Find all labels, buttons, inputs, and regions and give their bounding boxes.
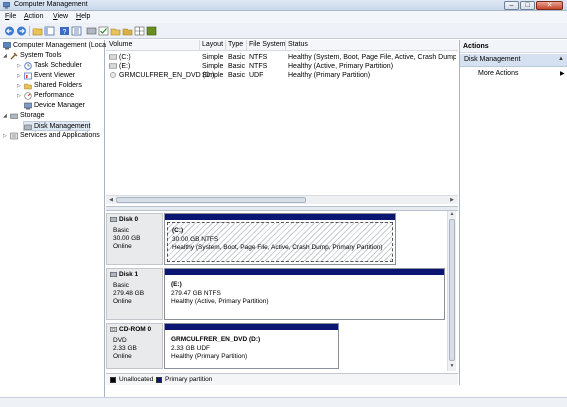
storage-icon	[10, 113, 18, 119]
vertical-scrollbar[interactable]: ▲ ▼	[447, 211, 456, 371]
horizontal-scrollbar[interactable]: ◀ ▶	[106, 195, 458, 204]
partition-body: GRMCULFRER_EN_DVD (D:) 2.33 GB UDF Healt…	[171, 336, 261, 360]
cdrom-0-label[interactable]: CD-ROM 0 DVD 2.33 GB Online	[106, 323, 163, 369]
show-tree-icon[interactable]	[44, 26, 55, 36]
computer-icon	[3, 42, 11, 50]
tools-icon	[10, 52, 18, 60]
partition-body: (E:) 279.47 GB NTFS Healthy (Active, Pri…	[171, 281, 269, 305]
disk-0-label[interactable]: Disk 0 Basic 30.00 GB Online	[106, 213, 163, 265]
scroll-up-icon[interactable]: ▲	[448, 211, 456, 218]
column-header-layout[interactable]: Layout	[202, 41, 223, 48]
scroll-left-icon[interactable]: ◀	[107, 197, 115, 203]
more-actions-link[interactable]: More Actions	[478, 70, 518, 77]
submenu-arrow-icon[interactable]: ▶	[560, 70, 565, 77]
partition-body-selected: (C:) 30.00 GB NTFS Healthy (System, Boot…	[167, 222, 393, 262]
scroll-right-icon[interactable]: ▶	[448, 197, 456, 203]
menu-help[interactable]: Help	[76, 13, 90, 20]
collapse-up-icon[interactable]: ▲	[558, 56, 564, 62]
open-folder-icon[interactable]	[110, 26, 121, 36]
volume-icon	[109, 54, 117, 60]
expand-arrow-icon[interactable]: ▷	[3, 133, 9, 139]
menu-view[interactable]: View	[53, 13, 68, 20]
clock-icon	[24, 62, 32, 70]
forward-arrow-icon[interactable]	[16, 26, 27, 36]
column-header-type[interactable]: Type	[228, 41, 243, 48]
check-icon[interactable]	[98, 26, 109, 36]
scroll-down-icon[interactable]: ▼	[448, 363, 456, 370]
expand-arrow-icon[interactable]: ▷	[17, 73, 23, 79]
collapse-arrow-icon[interactable]: ◢	[3, 113, 9, 119]
view-grid-icon[interactable]	[134, 26, 145, 36]
help-icon[interactable]: ?	[59, 26, 70, 36]
expand-arrow-icon[interactable]: ▷	[17, 83, 23, 89]
vertical-scroll-thumb[interactable]	[449, 219, 455, 361]
shared-folder-icon	[24, 83, 32, 90]
legend-unallocated-label: Unallocated	[119, 376, 154, 383]
column-divider[interactable]	[199, 40, 200, 51]
partition-e[interactable]: (E:) 279.47 GB NTFS Healthy (Active, Pri…	[164, 268, 445, 320]
disk-icon[interactable]	[86, 26, 97, 36]
menu-action[interactable]: Action	[24, 13, 43, 20]
title-bar: Computer Management – □ ✕	[0, 0, 567, 11]
status-bar	[0, 397, 567, 407]
legend-primary-label: Primary partition	[165, 376, 213, 383]
menu-bar: File Action View Help	[0, 11, 567, 23]
svg-text:?: ?	[63, 29, 67, 36]
device-manager-icon	[24, 102, 32, 110]
legend-bar: Unallocated Primary partition	[106, 373, 458, 385]
performance-icon	[24, 92, 32, 100]
menu-file[interactable]: File	[5, 13, 16, 20]
services-icon	[10, 132, 18, 140]
column-header-status[interactable]: Status	[288, 41, 308, 48]
volume-icon	[109, 63, 117, 69]
folder-icon[interactable]	[122, 26, 133, 36]
toolbar: ?	[0, 23, 567, 39]
disk-graphical-view: Disk 0 Basic 30.00 GB Online (C:) 30.00 …	[106, 211, 458, 371]
volume-list-header: Volume Layout Type File System Status	[106, 40, 458, 51]
actions-pane: Actions Disk Management ▲ More Actions ▶	[459, 40, 567, 385]
collapse-arrow-icon[interactable]: ◢	[3, 53, 9, 59]
legend-unallocated-swatch	[110, 377, 116, 383]
horizontal-scroll-thumb[interactable]	[116, 197, 306, 203]
dvd-drive-icon	[110, 327, 117, 332]
column-header-file-system[interactable]: File System	[249, 41, 286, 48]
disk-1-label[interactable]: Disk 1 Basic 279.48 GB Online	[106, 268, 163, 320]
disk-management-icon	[24, 124, 32, 130]
volume-row[interactable]: (C:) Simple Basic NTFS Healthy (System, …	[106, 53, 458, 62]
column-divider[interactable]	[225, 40, 226, 51]
column-header-volume[interactable]: Volume	[109, 41, 132, 48]
window-title: Computer Management	[14, 1, 88, 8]
partition-c[interactable]: (C:) 30.00 GB NTFS Healthy (System, Boot…	[164, 213, 396, 265]
disk-icon	[110, 272, 117, 277]
event-viewer-icon	[24, 72, 32, 80]
dvd-icon	[110, 72, 116, 78]
properties-icon[interactable]	[71, 26, 82, 36]
primary-partition-bar	[165, 214, 395, 220]
volume-list: Volume Layout Type File System Status (C…	[106, 40, 458, 206]
expand-arrow-icon[interactable]: ▷	[17, 93, 23, 99]
primary-partition-bar	[165, 324, 338, 330]
primary-partition-bar	[165, 269, 444, 275]
minimize-button[interactable]: –	[504, 1, 519, 10]
up-folder-icon[interactable]	[32, 26, 43, 36]
close-button[interactable]: ✕	[536, 1, 563, 10]
legend-primary-swatch	[156, 377, 162, 383]
disk-icon	[110, 217, 117, 222]
actions-header: Actions	[460, 40, 567, 53]
tree-item-disk-management[interactable]: Disk Management	[23, 121, 90, 131]
settings-icon[interactable]	[146, 26, 157, 36]
partition-d[interactable]: GRMCULFRER_EN_DVD (D:) 2.33 GB UDF Healt…	[164, 323, 339, 369]
navigation-tree: Computer Management (Local ◢ System Tool…	[0, 40, 108, 397]
back-arrow-icon[interactable]	[4, 26, 15, 36]
toolbar-separator	[29, 26, 30, 36]
maximize-button[interactable]: □	[520, 1, 535, 10]
actions-section-disk-management[interactable]: Disk Management ▲	[460, 54, 567, 67]
column-divider[interactable]	[246, 40, 247, 51]
column-divider[interactable]	[285, 40, 286, 51]
computer-management-icon	[3, 2, 10, 9]
volume-row[interactable]: (E:) Simple Basic NTFS Healthy (Active, …	[106, 62, 458, 71]
expand-arrow-icon[interactable]: ▷	[17, 63, 23, 69]
volume-row[interactable]: GRMCULFRER_EN_DVD (D:) Simple Basic UDF …	[106, 71, 458, 80]
